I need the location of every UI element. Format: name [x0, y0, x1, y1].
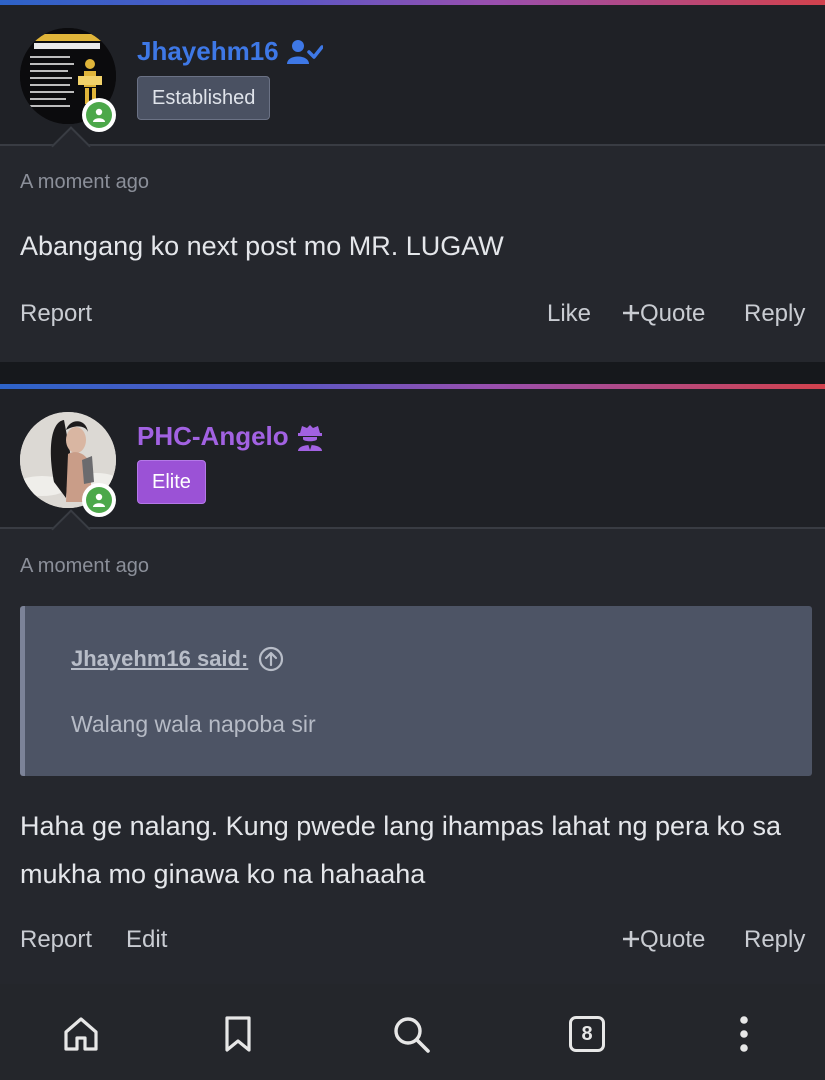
- browser-bottom-nav: 8: [0, 984, 825, 1080]
- user-title-badge: Established: [137, 76, 271, 120]
- header-divider: [0, 144, 825, 146]
- post-actions: Report Like Quote Reply: [0, 296, 825, 336]
- user-secret-icon: [297, 424, 322, 451]
- user-icon: [93, 493, 105, 507]
- home-icon[interactable]: [59, 1012, 103, 1056]
- bookmark-icon[interactable]: [216, 1012, 260, 1056]
- username[interactable]: Jhayehm16: [137, 36, 323, 67]
- user-title-badge: Elite: [137, 460, 206, 504]
- plus-icon: [623, 305, 639, 321]
- username-text[interactable]: Jhayehm16: [137, 36, 279, 67]
- post-timestamp[interactable]: A moment ago: [20, 555, 149, 578]
- post-header: [0, 5, 825, 144]
- user-check-icon: [286, 39, 323, 64]
- like-button[interactable]: Like: [547, 300, 591, 328]
- post-header: [0, 389, 825, 527]
- quote-author[interactable]: Jhayehm16 said:: [71, 646, 248, 672]
- reply-button[interactable]: Reply: [744, 300, 805, 328]
- search-icon[interactable]: [389, 1012, 433, 1056]
- post-phc-angelo: PHC-Angelo Elite A moment ago Jhayehm16 …: [0, 384, 825, 984]
- post-jhayehm16: Jhayehm16 Established A moment ago Abang…: [0, 0, 825, 362]
- quote-text: Walang wala napoba sir: [71, 711, 316, 737]
- online-status-badge: [82, 98, 116, 132]
- plus-icon: [623, 931, 639, 947]
- forum-thread-page: Jhayehm16 Established A moment ago Abang…: [0, 0, 825, 1080]
- post-timestamp[interactable]: A moment ago: [20, 171, 149, 194]
- post-actions: Report Edit Quote Reply: [0, 922, 825, 962]
- arrow-up-circle-icon[interactable]: [258, 646, 284, 672]
- quote-label: Quote: [640, 300, 706, 327]
- quote-button[interactable]: Quote: [622, 926, 705, 954]
- quote-label: Quote: [640, 926, 706, 953]
- online-status-badge: [82, 483, 116, 517]
- username[interactable]: PHC-Angelo: [137, 421, 323, 452]
- reply-button[interactable]: Reply: [744, 926, 805, 954]
- edit-button[interactable]: Edit: [126, 926, 167, 954]
- username-text[interactable]: PHC-Angelo: [137, 421, 289, 452]
- more-vertical-icon[interactable]: [722, 1012, 766, 1056]
- post-message: Haha ge nalang. Kung pwede lang ihampas …: [20, 811, 782, 889]
- tab-count: 8: [569, 1016, 605, 1052]
- quote-block: Jhayehm16 said: Walang wala napoba sir: [20, 606, 812, 776]
- header-divider: [0, 527, 825, 529]
- post-message: Abangang ko next post mo MR. LUGAW: [20, 231, 504, 261]
- report-button[interactable]: Report: [20, 300, 92, 328]
- quote-author-link[interactable]: Jhayehm16 said:: [71, 646, 284, 672]
- report-button[interactable]: Report: [20, 926, 92, 954]
- user-icon: [93, 108, 105, 122]
- tabs-icon[interactable]: 8: [565, 1012, 609, 1056]
- quote-button[interactable]: Quote: [622, 300, 705, 328]
